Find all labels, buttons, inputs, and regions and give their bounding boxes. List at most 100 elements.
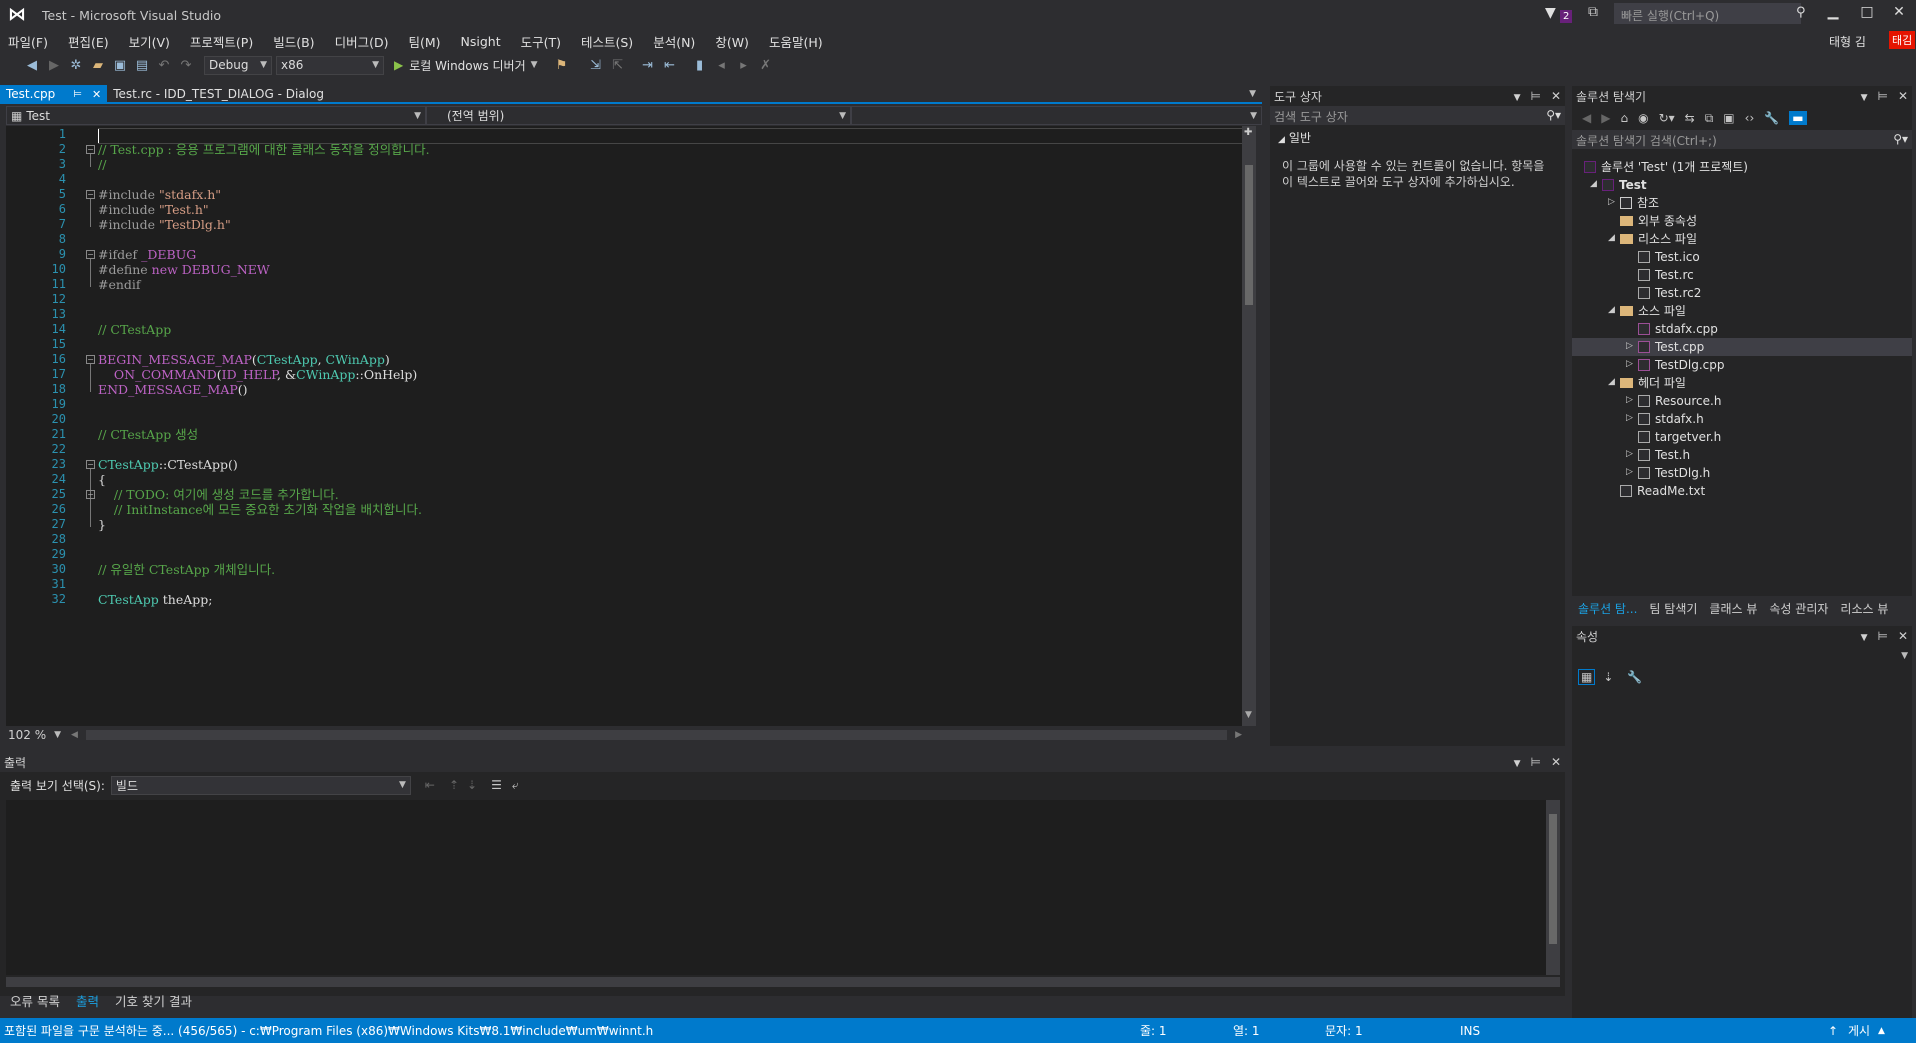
categorized-icon[interactable]: ▦ (1578, 669, 1596, 685)
pin-icon[interactable]: ⊨ (1877, 629, 1887, 643)
menu-team[interactable]: 팀(M) (408, 32, 440, 51)
pin-icon[interactable]: ⊨ (73, 89, 82, 100)
tree-item[interactable]: 솔루션 'Test' (1개 프로젝트) (1584, 158, 1748, 176)
user-name[interactable]: 태형 김 (1829, 33, 1866, 50)
tree-item[interactable]: TestDlg.cpp (1638, 356, 1724, 374)
scroll-left-icon[interactable]: ◀ (71, 730, 78, 740)
menu-window[interactable]: 창(W) (715, 32, 749, 51)
solution-configuration-select[interactable]: Debug ▼ (204, 55, 272, 75)
tab-error-list[interactable]: 오류 목록 (10, 991, 60, 1010)
tab-test-cpp[interactable]: Test.cpp ⊨ ✕ (0, 85, 108, 103)
scroll-down-icon[interactable]: ▼ (1245, 710, 1252, 720)
fold-toggle-icon[interactable]: − (86, 490, 95, 499)
close-icon[interactable]: ✕ (1551, 755, 1561, 769)
menu-help[interactable]: 도움말(H) (769, 32, 823, 51)
outdent-icon[interactable]: ⇤ (660, 56, 680, 74)
switch-views-icon[interactable]: ◉ (1638, 111, 1648, 125)
menu-project[interactable]: 프로젝트(P) (190, 32, 253, 51)
forward-icon[interactable]: ▶ (1601, 111, 1610, 125)
tab-test-rc[interactable]: Test.rc - IDD_TEST_DIALOG - Dialog (107, 85, 330, 103)
back-icon[interactable]: ◀ (22, 56, 42, 74)
menu-build[interactable]: 빌드(B) (273, 32, 314, 51)
collapse-all-icon[interactable]: ⧉ (1705, 111, 1714, 126)
pin-icon[interactable]: ⊨ (1530, 89, 1540, 103)
indent-icon[interactable]: ⇥ (638, 56, 658, 74)
expand-icon[interactable]: ▷ (1626, 467, 1633, 477)
editor-horizontal-scrollbar[interactable] (85, 729, 1228, 740)
code-editor[interactable]: 1 2 3 4 5 6 7 8 9 10 11 12 13 14 15 16 17 18 19 20 21 22 23 24 2… (6, 126, 1248, 726)
pin-icon[interactable]: ⊨ (1877, 89, 1887, 103)
tree-item[interactable]: 참조 (1620, 194, 1659, 212)
expand-icon[interactable]: ▷ (1626, 341, 1633, 351)
tree-item[interactable]: Test.ico (1638, 248, 1700, 266)
pin-icon[interactable]: ⊨ (1530, 755, 1540, 769)
fold-toggle-icon[interactable]: − (86, 355, 95, 364)
home-icon[interactable]: ⌂ (1620, 111, 1628, 125)
expand-icon[interactable]: ▷ (1626, 359, 1633, 369)
prev-bookmark-icon[interactable]: ◂ (712, 56, 732, 74)
scope-nav-select[interactable]: (전역 범위) ▼ (426, 106, 851, 125)
save-all-icon[interactable]: ▤ (132, 56, 152, 74)
close-icon[interactable]: ✕ (92, 88, 101, 101)
tab-team-explorer[interactable]: 팀 탐색기 (1649, 600, 1697, 617)
redo-icon[interactable]: ↷ (176, 56, 196, 74)
toolbox-search-input[interactable]: 검색 도구 상자 ⚲▾ (1270, 106, 1565, 125)
expand-icon[interactable]: ▷ (1626, 395, 1633, 405)
collapse-icon[interactable]: ◢ (1608, 305, 1615, 315)
publish-button[interactable]: 게시 (1848, 1022, 1870, 1039)
menu-edit[interactable]: 편집(E) (68, 32, 109, 51)
publish-icon[interactable]: ↑ (1828, 1024, 1838, 1038)
project-nav-select[interactable]: ▦ Test ▼ (6, 106, 426, 125)
menu-tools[interactable]: 도구(T) (521, 32, 561, 51)
fold-toggle-icon[interactable]: − (86, 145, 95, 154)
word-wrap-icon[interactable]: ⤶ (512, 778, 519, 793)
next-message-icon[interactable]: ⇣ (467, 778, 477, 792)
scrollbar-thumb[interactable] (1245, 165, 1253, 305)
menu-debug[interactable]: 디버그(D) (335, 32, 389, 51)
find-in-files-icon[interactable]: ⚑ (552, 56, 572, 74)
feedback-icon[interactable]: ⧉ (1588, 4, 1598, 20)
member-nav-select[interactable]: ▼ (851, 106, 1262, 125)
clear-all-icon[interactable]: ☰ (491, 778, 502, 792)
dropdown-icon[interactable]: ▼ (1861, 93, 1868, 103)
tree-item[interactable]: stdafx.cpp (1638, 320, 1718, 338)
tree-item[interactable]: 소스 파일 (1620, 302, 1686, 320)
open-file-icon[interactable]: ▰ (88, 56, 108, 74)
zoom-level[interactable]: 102 % (8, 728, 46, 742)
solution-search-input[interactable]: 솔루션 탐색기 검색(Ctrl+;) ⚲▾ (1572, 130, 1912, 149)
expand-icon[interactable]: ▷ (1608, 197, 1615, 207)
output-horizontal-scrollbar[interactable] (6, 977, 1560, 987)
prev-message-icon[interactable]: ⇡ (449, 778, 459, 792)
fold-toggle-icon[interactable]: − (86, 460, 95, 469)
tree-item[interactable]: Resource.h (1638, 392, 1721, 410)
tree-item[interactable]: 헤더 파일 (1620, 374, 1686, 392)
tree-item[interactable]: 외부 종속성 (1620, 212, 1697, 230)
menu-test[interactable]: 테스트(S) (581, 32, 633, 51)
bookmark-icon[interactable]: ▮ (690, 56, 710, 74)
tree-item[interactable]: Test.cpp (1638, 338, 1704, 356)
menu-analyze[interactable]: 분석(N) (653, 32, 695, 51)
preview-icon[interactable]: ▬ (1789, 111, 1807, 125)
minimize-button[interactable]: ▁ (1818, 4, 1848, 20)
dropdown-icon[interactable]: ▼ (1514, 93, 1521, 103)
new-project-icon[interactable]: ✲ (66, 56, 86, 74)
step-into-icon[interactable]: ⇲ (586, 56, 606, 74)
tab-output[interactable]: 출력 (76, 991, 99, 1010)
output-source-select[interactable]: 빌드 ▼ (110, 775, 411, 795)
tree-item[interactable]: targetver.h (1638, 428, 1721, 446)
notification-filter-icon[interactable]: ▼ (1545, 5, 1556, 21)
property-pages-icon[interactable]: 🔧 (1627, 670, 1642, 684)
show-all-files-icon[interactable]: ▣ (1723, 111, 1734, 125)
menu-file[interactable]: 파일(F) (8, 32, 48, 51)
search-icon[interactable]: ⚲ (1796, 5, 1806, 20)
fold-toggle-icon[interactable]: − (86, 250, 95, 259)
search-icon[interactable]: ⚲▾ (1893, 132, 1908, 147)
tree-item[interactable]: stdafx.h (1638, 410, 1704, 428)
chevron-down-icon[interactable]: ▼ (54, 730, 61, 740)
collapse-icon[interactable]: ◢ (1590, 179, 1597, 189)
dropdown-icon[interactable]: ▼ (1861, 633, 1868, 643)
back-icon[interactable]: ◀ (1582, 111, 1591, 125)
tree-item[interactable]: Test.rc2 (1638, 284, 1701, 302)
start-debugging-button[interactable]: ▶ 로컬 Windows 디버거 ▼ (394, 57, 538, 74)
step-over-icon[interactable]: ⇱ (608, 56, 628, 74)
